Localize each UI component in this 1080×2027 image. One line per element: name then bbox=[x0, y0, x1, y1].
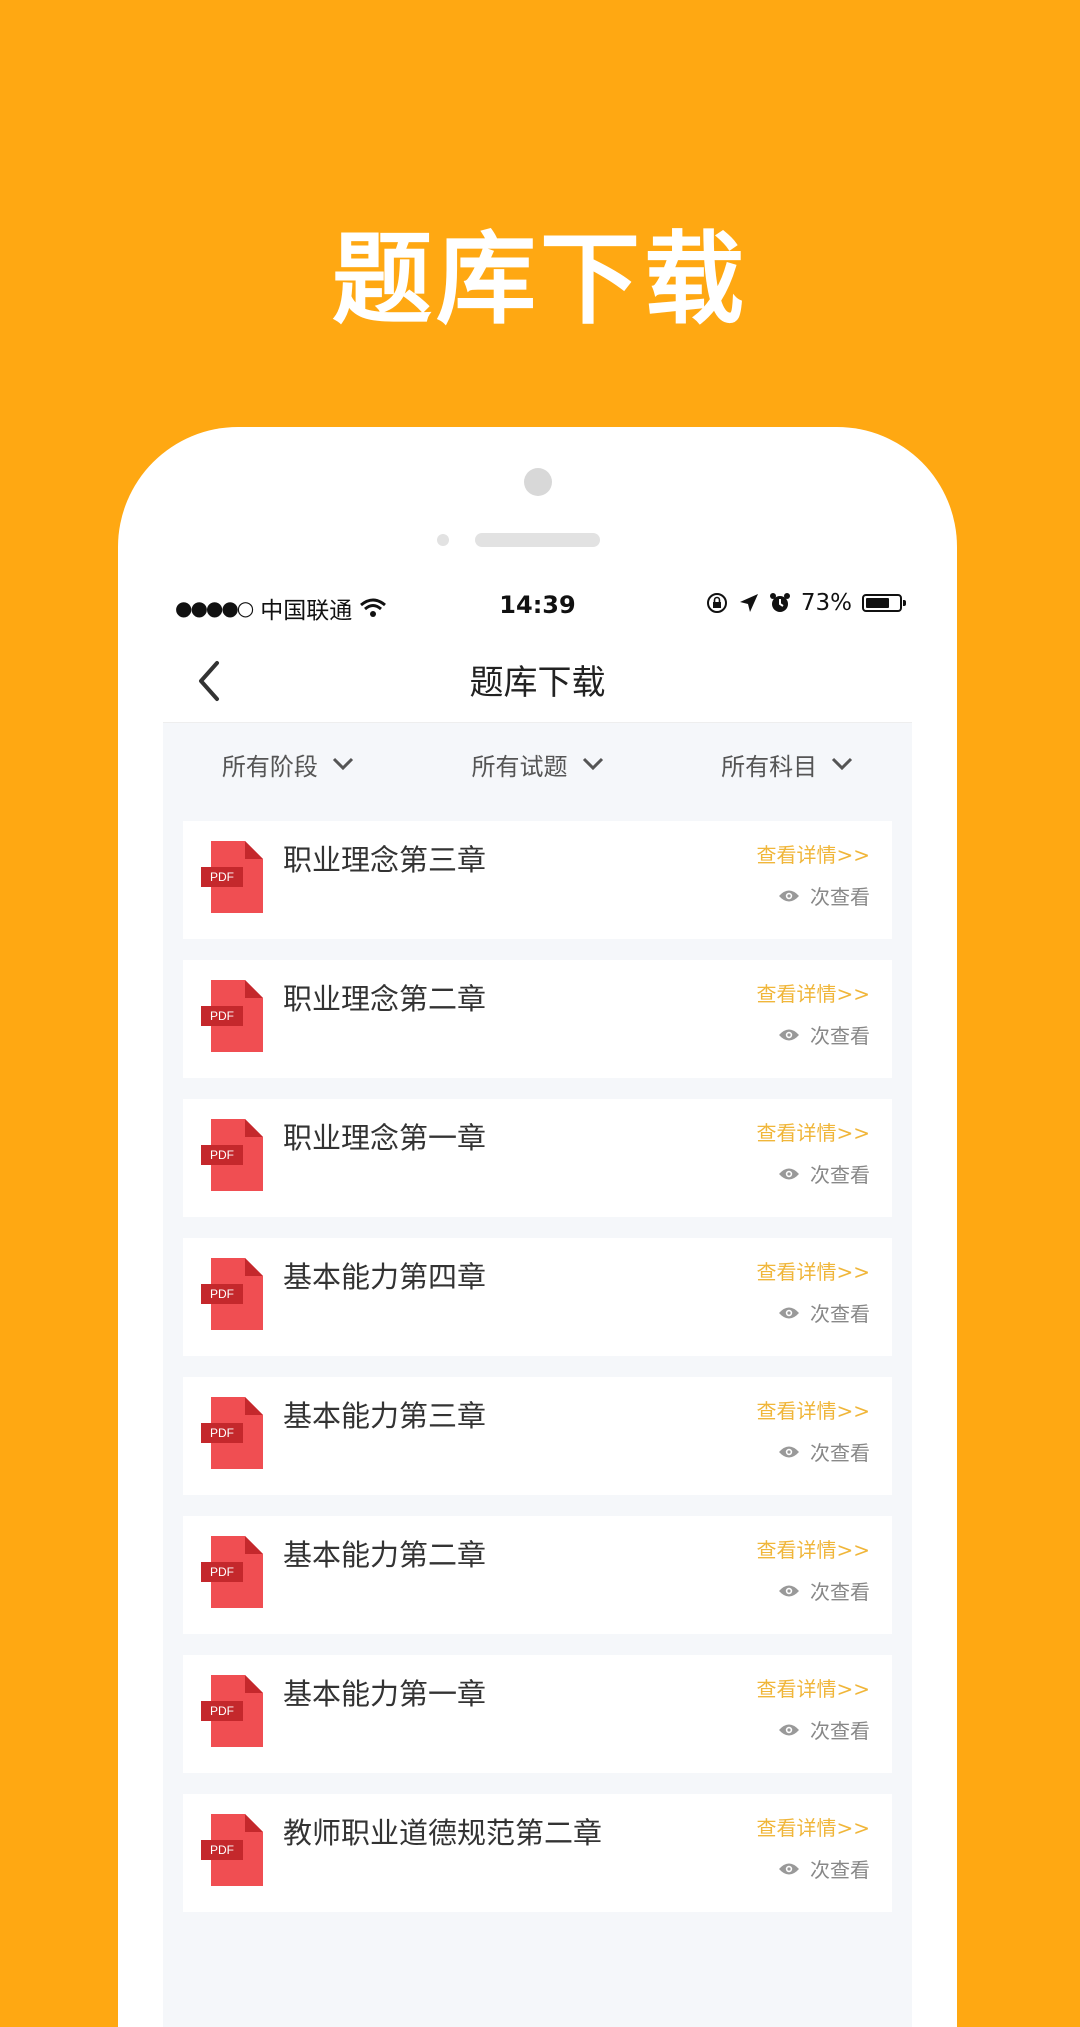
view-count-label: 次查看 bbox=[810, 885, 870, 909]
eye-icon bbox=[779, 1446, 799, 1457]
view-count: 次查看 bbox=[778, 1020, 870, 1049]
view-count-label: 次查看 bbox=[810, 1302, 870, 1326]
earpiece-speaker bbox=[475, 533, 600, 547]
pdf-file-icon: PDF bbox=[201, 1814, 263, 1886]
pdf-file-icon: PDF bbox=[201, 1536, 263, 1608]
list-item[interactable]: PDF 基本能力第一章 查看详情>> 次查看 bbox=[183, 1655, 892, 1773]
list-item[interactable]: PDF 基本能力第二章 查看详情>> 次查看 bbox=[183, 1516, 892, 1634]
pdf-file-icon: PDF bbox=[201, 1258, 263, 1330]
filter-label: 所有科目 bbox=[721, 752, 818, 781]
view-details-link[interactable]: 查看详情>> bbox=[756, 839, 870, 868]
alarm-icon bbox=[769, 593, 790, 612]
view-details-link[interactable]: 查看详情>> bbox=[756, 1256, 870, 1285]
filter-label: 所有试题 bbox=[471, 752, 568, 781]
filter-bar: 所有阶段 所有试题 所有科目 bbox=[163, 723, 912, 805]
view-details-link[interactable]: 查看详情>> bbox=[756, 1534, 870, 1563]
filter-label: 所有阶段 bbox=[221, 752, 318, 781]
view-count-label: 次查看 bbox=[810, 1163, 870, 1187]
eye-icon bbox=[779, 1168, 799, 1179]
svg-text:PDF: PDF bbox=[210, 1009, 234, 1023]
eye-icon bbox=[779, 1585, 799, 1596]
list-item[interactable]: PDF 基本能力第四章 查看详情>> 次查看 bbox=[183, 1238, 892, 1356]
view-count: 次查看 bbox=[778, 1437, 870, 1466]
chevron-down-icon bbox=[582, 757, 603, 771]
eye-icon bbox=[779, 890, 799, 901]
view-count-label: 次查看 bbox=[810, 1858, 870, 1882]
view-count: 次查看 bbox=[778, 1854, 870, 1883]
pdf-file-icon: PDF bbox=[201, 980, 263, 1052]
list-item-title: 基本能力第一章 bbox=[283, 1677, 487, 1711]
view-details-link[interactable]: 查看详情>> bbox=[756, 1812, 870, 1841]
question-bank-list: PDF 职业理念第三章 查看详情>> 次查看 PDF 职业理念第二章 查看详情>… bbox=[183, 821, 892, 1933]
svg-text:PDF: PDF bbox=[210, 1148, 234, 1162]
view-count-label: 次查看 bbox=[810, 1719, 870, 1743]
list-item[interactable]: PDF 职业理念第二章 查看详情>> 次查看 bbox=[183, 960, 892, 1078]
stage-filter-dropdown[interactable]: 所有阶段 bbox=[163, 723, 413, 805]
front-camera bbox=[524, 468, 552, 496]
eye-icon bbox=[779, 1724, 799, 1735]
battery-icon bbox=[862, 594, 906, 612]
svg-text:PDF: PDF bbox=[210, 1565, 234, 1579]
list-item-title: 基本能力第二章 bbox=[283, 1538, 487, 1572]
chevron-down-icon bbox=[832, 757, 853, 771]
promo-title: 题库下载 bbox=[332, 221, 748, 338]
list-item-title: 基本能力第三章 bbox=[283, 1399, 487, 1433]
svg-text:PDF: PDF bbox=[210, 1843, 234, 1857]
svg-text:PDF: PDF bbox=[210, 1426, 234, 1440]
pdf-file-icon: PDF bbox=[201, 841, 263, 913]
pdf-file-icon: PDF bbox=[201, 1119, 263, 1191]
svg-text:PDF: PDF bbox=[210, 1704, 234, 1718]
view-count: 次查看 bbox=[778, 1159, 870, 1188]
pdf-file-icon: PDF bbox=[201, 1675, 263, 1747]
battery-percent: 73% bbox=[800, 590, 852, 616]
list-item-title: 职业理念第二章 bbox=[283, 982, 487, 1016]
phone-screen: ●●●●○ 中国联通 14:39 73% 题库下载 所有阶段 所有试题 所有科目… bbox=[163, 577, 912, 2027]
list-item[interactable]: PDF 教师职业道德规范第二章 查看详情>> 次查看 bbox=[183, 1794, 892, 1912]
view-count: 次查看 bbox=[778, 1298, 870, 1327]
navigation-bar: 题库下载 bbox=[163, 637, 912, 723]
eye-icon bbox=[779, 1029, 799, 1040]
list-item-title: 教师职业道德规范第二章 bbox=[283, 1816, 603, 1850]
status-bar: ●●●●○ 中国联通 14:39 73% bbox=[163, 577, 912, 637]
list-item[interactable]: PDF 职业理念第三章 查看详情>> 次查看 bbox=[183, 821, 892, 939]
view-details-link[interactable]: 查看详情>> bbox=[756, 1117, 870, 1146]
subject-filter-dropdown[interactable]: 所有科目 bbox=[662, 723, 912, 805]
pdf-file-icon: PDF bbox=[201, 1397, 263, 1469]
view-count: 次查看 bbox=[778, 1715, 870, 1744]
list-item[interactable]: PDF 职业理念第一章 查看详情>> 次查看 bbox=[183, 1099, 892, 1217]
chevron-down-icon bbox=[332, 757, 353, 771]
view-details-link[interactable]: 查看详情>> bbox=[756, 1673, 870, 1702]
page-title: 题库下载 bbox=[469, 663, 606, 703]
view-count: 次查看 bbox=[778, 881, 870, 910]
view-count-label: 次查看 bbox=[810, 1441, 870, 1465]
location-icon bbox=[739, 594, 758, 612]
list-item-title: 职业理念第一章 bbox=[283, 1121, 487, 1155]
eye-icon bbox=[779, 1307, 799, 1318]
view-count: 次查看 bbox=[778, 1576, 870, 1605]
view-details-link[interactable]: 查看详情>> bbox=[756, 978, 870, 1007]
list-item-title: 基本能力第四章 bbox=[283, 1260, 487, 1294]
svg-text:PDF: PDF bbox=[210, 870, 234, 884]
svg-text:PDF: PDF bbox=[210, 1287, 234, 1301]
proximity-sensor bbox=[437, 534, 449, 546]
view-count-label: 次查看 bbox=[810, 1024, 870, 1048]
view-details-link[interactable]: 查看详情>> bbox=[756, 1395, 870, 1424]
content-area: 所有阶段 所有试题 所有科目 PDF 职业理念第三章 查看详情>> 次查看 PD… bbox=[163, 723, 912, 2027]
phone-frame: ●●●●○ 中国联通 14:39 73% 题库下载 所有阶段 所有试题 所有科目… bbox=[118, 427, 957, 2027]
rotation-lock-icon bbox=[706, 593, 727, 613]
list-item[interactable]: PDF 基本能力第三章 查看详情>> 次查看 bbox=[183, 1377, 892, 1495]
list-item-title: 职业理念第三章 bbox=[283, 843, 487, 877]
view-count-label: 次查看 bbox=[810, 1580, 870, 1604]
question-filter-dropdown[interactable]: 所有试题 bbox=[413, 723, 663, 805]
eye-icon bbox=[779, 1863, 799, 1874]
